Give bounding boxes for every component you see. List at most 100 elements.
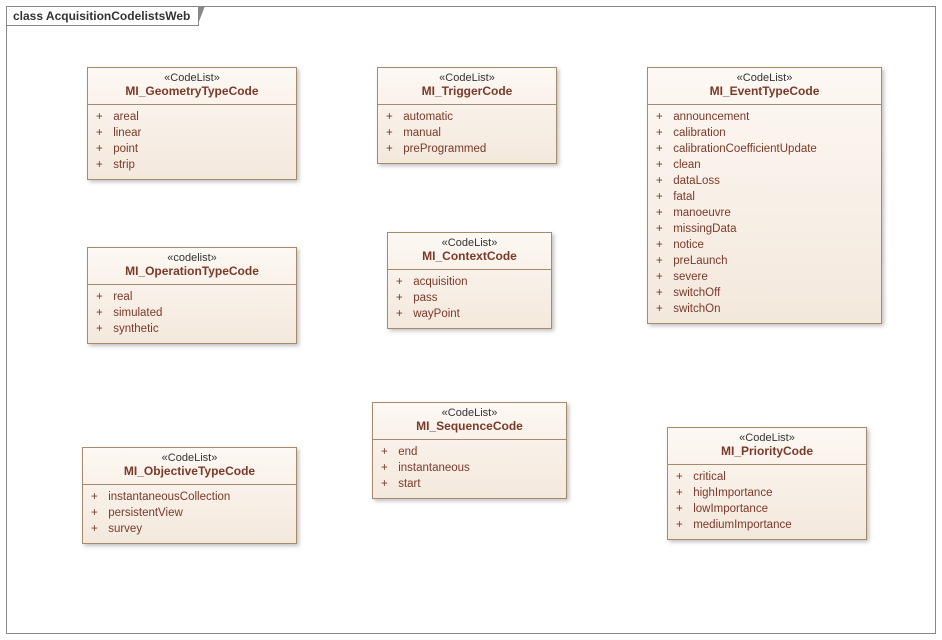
plus-icon: + <box>656 237 670 253</box>
attribute-item: + strip <box>96 157 288 173</box>
attribute-label: preProgrammed <box>400 143 486 155</box>
class-head: «CodeList» MI_EventTypeCode <box>648 68 881 105</box>
plus-icon: + <box>381 444 395 460</box>
attribute-item: + manoeuvre <box>656 205 873 221</box>
stereotype: «CodeList» <box>394 237 545 249</box>
attribute-label: highImportance <box>690 487 772 499</box>
attribute-item: + announcement <box>656 109 873 125</box>
attribute-item: + severe <box>656 269 873 285</box>
attribute-label: critical <box>690 471 726 483</box>
attribute-label: notice <box>670 239 704 251</box>
plus-icon: + <box>386 125 400 141</box>
stereotype: «CodeList» <box>654 72 875 84</box>
plus-icon: + <box>96 321 110 337</box>
attribute-item: + preProgrammed <box>386 141 548 157</box>
class-body: + announcement+ calibration+ calibration… <box>648 105 881 323</box>
attribute-item: + critical <box>676 469 858 485</box>
diagram-title: class AcquisitionCodelistsWeb <box>13 9 190 23</box>
class-name: MI_TriggerCode <box>384 84 550 98</box>
attribute-item: + acquisition <box>396 274 543 290</box>
plus-icon: + <box>381 476 395 492</box>
class-geometry: «CodeList» MI_GeometryTypeCode + areal + … <box>87 67 297 180</box>
attribute-item: + pass <box>396 290 543 306</box>
attribute-item: + persistentView <box>91 505 288 521</box>
attribute-item: + switchOn <box>656 301 873 317</box>
plus-icon: + <box>96 157 110 173</box>
plus-icon: + <box>91 505 105 521</box>
plus-icon: + <box>91 489 105 505</box>
attribute-item: + end <box>381 444 558 460</box>
plus-icon: + <box>656 141 670 157</box>
attribute-item: + linear <box>96 125 288 141</box>
plus-icon: + <box>656 125 670 141</box>
plus-icon: + <box>656 189 670 205</box>
attribute-label: areal <box>110 111 139 123</box>
class-head: «CodeList» MI_ContextCode <box>388 233 551 270</box>
attribute-label: strip <box>110 159 135 171</box>
attribute-label: acquisition <box>410 276 468 288</box>
attribute-item: + instantaneous <box>381 460 558 476</box>
attribute-label: fatal <box>670 191 695 203</box>
attribute-label: point <box>110 143 138 155</box>
class-sequence: «CodeList» MI_SequenceCode + end+ instan… <box>372 402 567 499</box>
plus-icon: + <box>656 205 670 221</box>
class-priority: «CodeList» MI_PriorityCode + critical+ h… <box>667 427 867 540</box>
attribute-item: + start <box>381 476 558 492</box>
attribute-item: + calibration <box>656 125 873 141</box>
attribute-item: + automatic <box>386 109 548 125</box>
stereotype: «CodeList» <box>384 72 550 84</box>
attribute-item: + highImportance <box>676 485 858 501</box>
plus-icon: + <box>396 290 410 306</box>
attribute-label: clean <box>670 159 701 171</box>
attribute-item: + instantaneousCollection <box>91 489 288 505</box>
attribute-label: real <box>110 291 132 303</box>
class-name: MI_SequenceCode <box>379 419 560 433</box>
attribute-item: + synthetic <box>96 321 288 337</box>
attribute-label: end <box>395 446 417 458</box>
plus-icon: + <box>656 269 670 285</box>
attribute-label: calibrationCoefficientUpdate <box>670 143 817 155</box>
class-objective: «CodeList» MI_ObjectiveTypeCode + instan… <box>82 447 297 544</box>
attribute-label: survey <box>105 523 142 535</box>
attribute-item: + missingData <box>656 221 873 237</box>
attribute-label: manual <box>400 127 441 139</box>
plus-icon: + <box>96 125 110 141</box>
attribute-label: switchOn <box>670 303 721 315</box>
plus-icon: + <box>656 253 670 269</box>
attribute-item: + fatal <box>656 189 873 205</box>
attribute-label: automatic <box>400 111 453 123</box>
attribute-item: + point <box>96 141 288 157</box>
class-name: MI_OperationTypeCode <box>94 264 290 278</box>
class-trigger: «CodeList» MI_TriggerCode + automatic+ m… <box>377 67 557 164</box>
attribute-item: + lowImportance <box>676 501 858 517</box>
plus-icon: + <box>386 109 400 125</box>
plus-icon: + <box>96 109 110 125</box>
attribute-item: + simulated <box>96 305 288 321</box>
stereotype: «CodeList» <box>379 407 560 419</box>
class-head: «CodeList» MI_ObjectiveTypeCode <box>83 448 296 485</box>
attribute-label: start <box>395 478 421 490</box>
class-body: + acquisition+ pass+ wayPoint <box>388 270 551 328</box>
class-name: MI_EventTypeCode <box>654 84 875 98</box>
attribute-label: dataLoss <box>670 175 720 187</box>
plus-icon: + <box>676 485 690 501</box>
class-body: + areal+ linear+ point+ strip <box>88 105 296 179</box>
attribute-item: + real <box>96 289 288 305</box>
plus-icon: + <box>656 221 670 237</box>
stereotype: «CodeList» <box>89 452 290 464</box>
attribute-label: severe <box>670 271 708 283</box>
class-operation: «codelist» MI_OperationTypeCode + real+ … <box>87 247 297 344</box>
plus-icon: + <box>676 517 690 533</box>
attribute-label: linear <box>110 127 141 139</box>
class-head: «CodeList» MI_GeometryTypeCode <box>88 68 296 105</box>
attribute-item: + manual <box>386 125 548 141</box>
attribute-label: missingData <box>670 223 736 235</box>
stereotype: «CodeList» <box>94 72 290 84</box>
class-name: MI_ObjectiveTypeCode <box>89 464 290 478</box>
plus-icon: + <box>381 460 395 476</box>
attribute-label: announcement <box>670 111 749 123</box>
attribute-item: + mediumImportance <box>676 517 858 533</box>
attribute-label: manoeuvre <box>670 207 731 219</box>
attribute-label: lowImportance <box>690 503 768 515</box>
class-event: «CodeList» MI_EventTypeCode + announceme… <box>647 67 882 324</box>
